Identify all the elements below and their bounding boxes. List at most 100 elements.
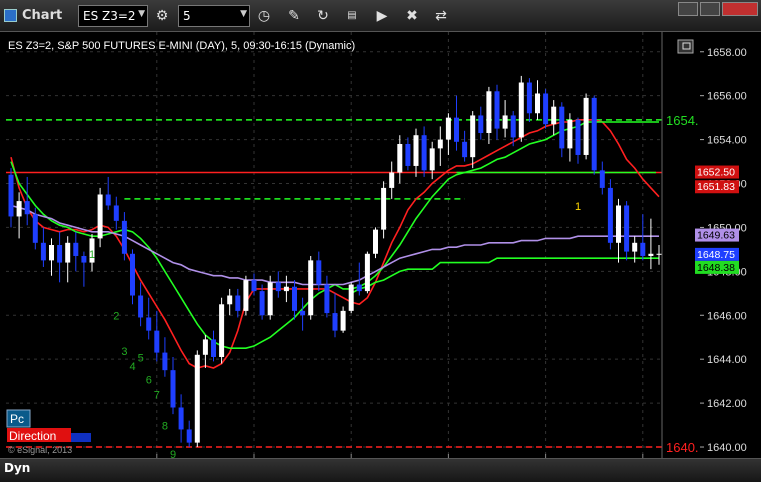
- price-axis-label: 1658.00: [707, 47, 747, 59]
- window-title: Chart: [22, 8, 63, 23]
- candle-body: [413, 135, 419, 166]
- candle-body: [445, 117, 451, 140]
- candle: [308, 255, 314, 320]
- chart-background: [0, 32, 761, 458]
- candle-body: [73, 242, 79, 256]
- candle-body: [146, 317, 152, 331]
- sequence-count-label: 7: [154, 390, 160, 402]
- candle: [194, 350, 200, 448]
- candle-body: [437, 139, 443, 149]
- interval-dropdown-icon[interactable]: ▼: [240, 9, 247, 19]
- level-label-lower: 1640.: [666, 440, 699, 455]
- refresh-icon[interactable]: ↻: [313, 6, 333, 26]
- price-axis-label: 1646.00: [707, 310, 747, 322]
- minimize-button[interactable]: [678, 2, 698, 16]
- candle-body: [138, 295, 144, 318]
- play-icon[interactable]: ▶: [372, 6, 392, 26]
- sequence-count-label: 1: [575, 201, 581, 213]
- price-tag: 1648.75: [695, 247, 739, 261]
- candle-body: [162, 352, 168, 371]
- candle-body: [113, 205, 119, 221]
- candle-body: [8, 174, 14, 217]
- candle-body: [283, 286, 289, 292]
- candle-body: [616, 205, 621, 243]
- sequence-count-label: 2: [113, 311, 119, 323]
- close-button[interactable]: [722, 2, 758, 16]
- candle-body: [154, 330, 160, 353]
- candle-body: [275, 282, 281, 292]
- candle: [219, 297, 225, 364]
- sequence-count-label: 9: [170, 449, 176, 458]
- quote-window-icon[interactable]: ▤: [342, 6, 362, 26]
- interval-input[interactable]: 5 ▼: [178, 5, 250, 27]
- candle-body: [300, 310, 306, 316]
- candle-body: [526, 82, 532, 114]
- candle-body: [656, 253, 662, 255]
- price-axis-label: 1642.00: [707, 398, 747, 410]
- link-icon[interactable]: ⇄: [431, 6, 451, 26]
- candle-body: [559, 106, 565, 149]
- price-tag-text: 1649.63: [697, 230, 735, 242]
- symbol-input[interactable]: ES Z3=2 ▼: [78, 5, 148, 27]
- clear-icon[interactable]: ✖: [402, 6, 422, 26]
- candle-body: [24, 201, 30, 215]
- sequence-count-label: 4: [130, 361, 136, 373]
- candle-body: [332, 313, 338, 331]
- candle: [591, 95, 597, 175]
- symbol-dropdown-icon[interactable]: ▼: [138, 9, 145, 19]
- maximize-button[interactable]: [700, 2, 720, 16]
- candle-body: [211, 339, 216, 357]
- candle-body: [591, 97, 597, 171]
- candle-body: [170, 370, 176, 408]
- level-label-upper: 1654.: [666, 113, 699, 128]
- watermark: © eSignal, 2013: [8, 445, 72, 455]
- candle-body: [121, 220, 127, 254]
- candle: [364, 251, 370, 294]
- draw-pencil-icon[interactable]: ✎: [284, 6, 304, 26]
- settings-icon[interactable]: ⚙: [152, 6, 172, 26]
- candle-body: [32, 214, 38, 243]
- candle-body: [97, 194, 103, 239]
- candle-body: [421, 135, 427, 171]
- candle-body: [381, 187, 387, 230]
- candle-body: [470, 115, 476, 158]
- candle: [373, 227, 378, 259]
- candle-body: [575, 119, 581, 155]
- candle-body: [502, 115, 508, 129]
- candle: [267, 275, 273, 320]
- restore-icon[interactable]: [677, 39, 694, 54]
- sequence-count-label: 1: [89, 249, 95, 261]
- candle-body: [599, 170, 605, 188]
- price-chart[interactable]: 1654.1640.1234567891 11:0012:0013:0014:0…: [0, 32, 761, 458]
- candle-body: [130, 253, 135, 296]
- toolbar: Chart ES Z3=2 ▼ ⚙ 5 ▼ ◷ ✎ ↻ ▤ ▶ ✖ ⇄: [0, 0, 761, 32]
- candle-body: [494, 91, 500, 129]
- candle-body: [510, 115, 516, 138]
- clock-icon[interactable]: ◷: [254, 6, 274, 26]
- price-tag: 1649.63: [695, 228, 739, 242]
- direction-text: Direction: [9, 429, 56, 443]
- candle: [624, 201, 630, 261]
- price-axis-label: 1640.00: [707, 442, 747, 454]
- candle-body: [235, 295, 241, 311]
- price-tag: 1651.83: [695, 180, 739, 194]
- pc-text: Pc: [10, 412, 24, 426]
- candle-body: [308, 260, 314, 316]
- candle-body: [632, 242, 638, 252]
- candle-body: [429, 148, 435, 171]
- candle-body: [454, 117, 459, 142]
- candle-body: [194, 354, 200, 443]
- candle-body: [348, 284, 354, 311]
- price-tag-text: 1648.38: [697, 262, 735, 274]
- candle-body: [324, 284, 330, 314]
- candle-body: [16, 201, 22, 217]
- candle-body: [292, 286, 297, 311]
- candle-body: [478, 115, 484, 134]
- candle-body: [535, 93, 540, 114]
- candle-body: [251, 280, 257, 292]
- price-tag-text: 1652.50: [697, 167, 735, 179]
- sequence-count-label: 3: [121, 346, 127, 358]
- candle-body: [364, 253, 370, 292]
- candle-body: [607, 187, 613, 243]
- candle-body: [543, 93, 549, 125]
